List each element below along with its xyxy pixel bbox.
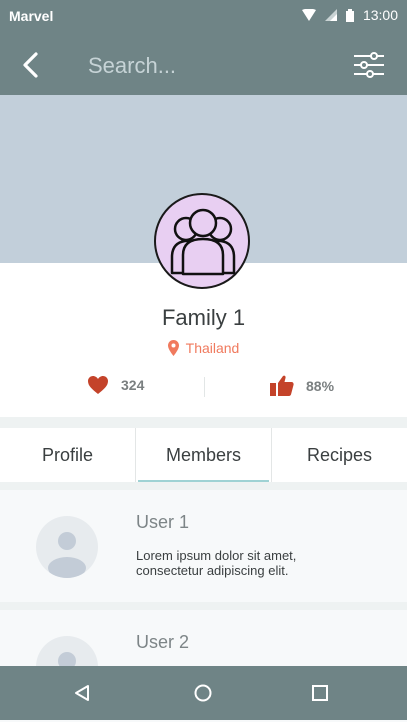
- tab-profile[interactable]: Profile: [0, 428, 135, 482]
- tab-bar: Profile Members Recipes: [0, 428, 407, 482]
- system-nav-bar: [0, 666, 407, 720]
- family-avatar[interactable]: [154, 193, 250, 289]
- user-silhouette-icon: [48, 532, 86, 578]
- user-avatar: [36, 516, 98, 578]
- group-icon: [170, 208, 236, 276]
- likes-stat[interactable]: 324: [87, 375, 144, 395]
- battery-icon: [345, 8, 354, 22]
- status-bar: Marvel 13:00: [0, 0, 407, 33]
- approval-value: 88%: [306, 377, 335, 394]
- wifi-icon: [301, 9, 316, 21]
- stats-divider: [204, 377, 205, 397]
- thumbs-up-icon: [270, 375, 294, 396]
- back-arrow-icon[interactable]: [16, 50, 46, 80]
- status-icons: 13:00: [301, 7, 398, 23]
- location-pin-icon: [167, 340, 179, 356]
- signal-icon: [324, 9, 337, 21]
- recents-square-icon[interactable]: [310, 683, 330, 703]
- list-item[interactable]: User 1 Lorem ipsum dolor sit amet, conse…: [0, 490, 407, 602]
- user-name: User 2: [136, 632, 190, 652]
- approval-stat[interactable]: 88%: [270, 375, 334, 396]
- user-description: Lorem ipsum dolor sit amet, consectetur …: [136, 548, 297, 578]
- tab-members[interactable]: Members: [135, 428, 271, 482]
- location: Thailand: [0, 340, 407, 356]
- search-input[interactable]: Search...: [88, 53, 176, 79]
- app-bar: Search...: [0, 33, 407, 95]
- likes-count: 324: [121, 377, 145, 393]
- filter-sliders-icon[interactable]: [353, 52, 385, 78]
- home-circle-icon[interactable]: [193, 683, 213, 703]
- back-triangle-icon[interactable]: [72, 683, 92, 703]
- clock: 13:00: [362, 7, 398, 23]
- tab-recipes[interactable]: Recipes: [271, 428, 407, 482]
- carrier-label: Marvel: [9, 8, 54, 24]
- user-name: User 1: [136, 512, 190, 532]
- location-label: Thailand: [185, 340, 240, 356]
- heart-icon: [88, 376, 108, 394]
- family-name: Family 1: [161, 305, 246, 330]
